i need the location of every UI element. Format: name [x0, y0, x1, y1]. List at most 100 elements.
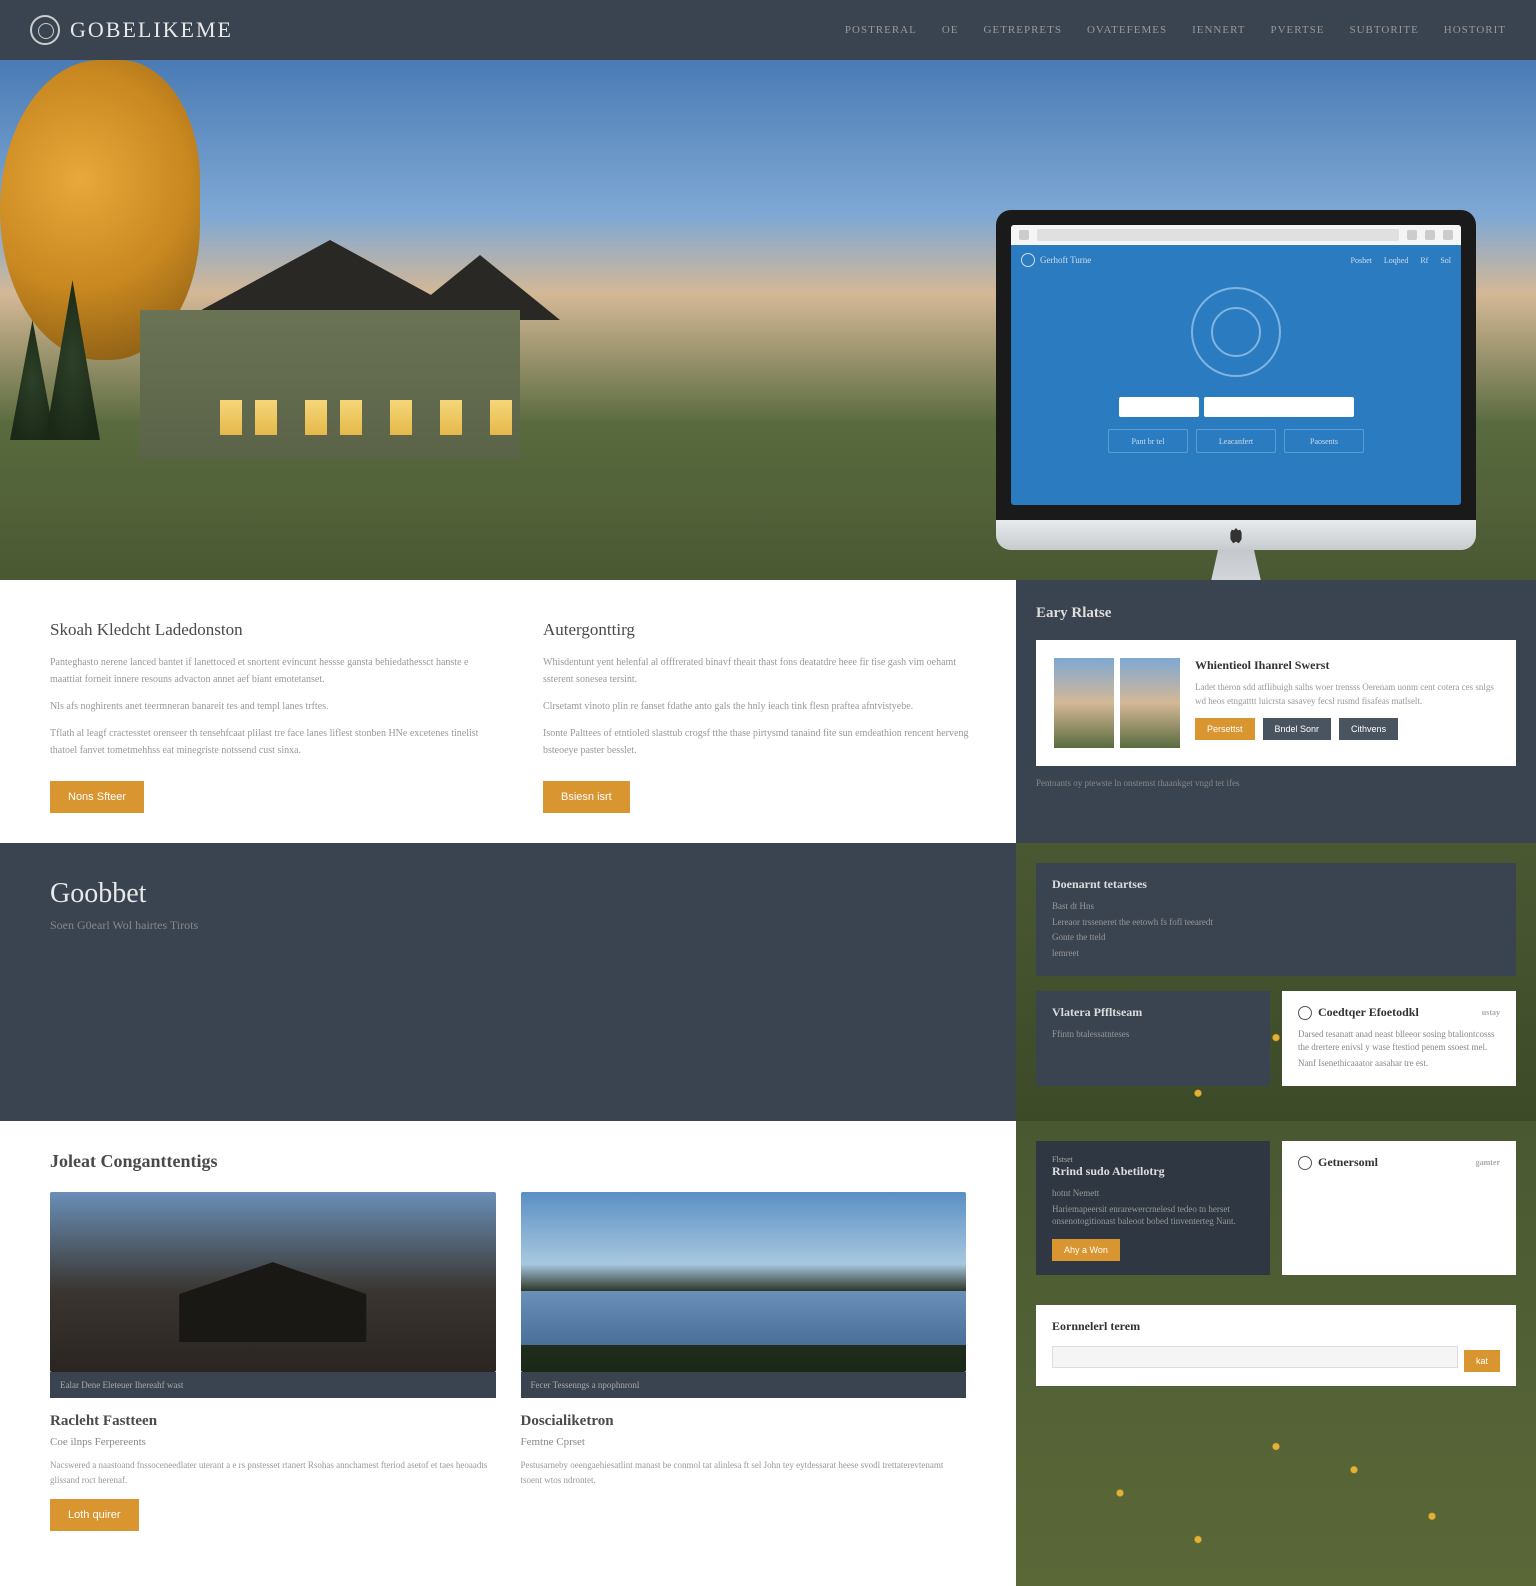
- gallery-item1-title: Racleht Fastteen: [50, 1413, 496, 1430]
- gallery-section: Joleat Conganttentigs Ealar Dene Eleteue…: [0, 1121, 1536, 1586]
- gallery-title: Joleat Conganttentigs: [50, 1151, 966, 1172]
- mockup-link-1[interactable]: Loqhed: [1384, 256, 1408, 265]
- gallery-sidebar: Flstset Rrind sudo Abetilotrg hotnt Neme…: [1016, 1121, 1536, 1586]
- feature-card: Whientieol Ihanrel Swerst Ladet theron s…: [1036, 640, 1516, 766]
- widget-subscribe: Eornnelerl terem kat: [1036, 1305, 1516, 1386]
- col1-title: Skoah Kledcht Ladedonston: [50, 620, 493, 640]
- sidebar-title: Eary Rlatse: [1036, 605, 1516, 622]
- subscribe-btn[interactable]: kat: [1464, 1350, 1500, 1372]
- logo-icon: [30, 15, 60, 45]
- widget4-text: Hariemapeersit enrarewercrnelesd tedeo t…: [1052, 1203, 1254, 1228]
- monitor-stand: [1191, 550, 1281, 580]
- hero-banner: Gerhoft Turne Poshet Loqhed Rf Sol Pant …: [0, 60, 1536, 580]
- widget1-l1[interactable]: Bast dt Hns: [1052, 900, 1500, 913]
- section2-title: Goobbet: [50, 878, 966, 910]
- gallery-caption-1: Ealar Dene Eleteuer Ihereahf wast: [50, 1372, 496, 1398]
- column-1: Skoah Kledcht Ladedonston Panteghasto ne…: [50, 620, 493, 813]
- nav-item-1[interactable]: OE: [942, 24, 959, 36]
- hero-circle-icon: [1191, 287, 1281, 377]
- gallery-item1-sub: Coe ilnps Ferpereents: [50, 1436, 496, 1448]
- widget1-l2[interactable]: Lereaor trsseneret the eetowh fs fofl te…: [1052, 916, 1500, 929]
- nav-item-2[interactable]: GETREPRETS: [984, 24, 1062, 36]
- widget4-sub: hotnt Nemett: [1052, 1187, 1254, 1200]
- sidebar-footer-text: Pentoants oy ptewste ln onstemst thaankg…: [1036, 778, 1516, 788]
- brand-name: GOBELIKEME: [70, 17, 233, 43]
- widget2-meta: ustay: [1482, 1008, 1500, 1017]
- gallery-btn[interactable]: Loth quirer: [50, 1499, 139, 1531]
- col1-button[interactable]: Nons Sfteer: [50, 781, 144, 813]
- gallery-item-1: Ealar Dene Eleteuer Ihereahf wast Racleh…: [50, 1192, 496, 1531]
- brand-logo[interactable]: GOBELIKEME: [30, 15, 233, 45]
- widget6-title: Getnersoml: [1318, 1155, 1378, 1170]
- widget-logo-icon: [1298, 1156, 1312, 1170]
- col2-p1: Whisdentunt yent helenfal al offfrerated…: [543, 654, 986, 688]
- header: GOBELIKEME POSTRERAL OE GETREPRETS OVATE…: [0, 0, 1536, 60]
- col1-p1: Panteghasto nerene lanced bantet if lane…: [50, 654, 493, 688]
- widget6-meta: gamter: [1476, 1158, 1500, 1167]
- mockup-btn-2[interactable]: Leacanfert: [1196, 429, 1276, 453]
- nav-item-7[interactable]: HOSTORIT: [1444, 24, 1506, 36]
- widget1-title: Doenarnt tetartses: [1052, 877, 1500, 892]
- card-btn-3[interactable]: Cithvens: [1339, 718, 1398, 740]
- main-nav: POSTRERAL OE GETREPRETS OVATEFEMES IENNE…: [845, 24, 1506, 36]
- nav-item-3[interactable]: OVATEFEMES: [1087, 24, 1167, 36]
- mockup-link-2[interactable]: Rf: [1420, 256, 1428, 265]
- mockup-input-1[interactable]: [1119, 397, 1199, 417]
- section2-subtitle: Soen G0earl Wol hairtes Tirots: [50, 918, 966, 933]
- col1-p2: Nls afs noghirents anet teermneran banar…: [50, 698, 493, 715]
- widget3-line[interactable]: Ffintn btalessatnteses: [1052, 1028, 1254, 1041]
- gallery-item-2: Fecer Tessenngs a npophnronl Doscialiket…: [521, 1192, 967, 1531]
- mockup-screen: Gerhoft Turne Poshet Loqhed Rf Sol Pant …: [1011, 225, 1461, 505]
- nav-item-6[interactable]: SUBTORITE: [1349, 24, 1418, 36]
- gallery-item2-sub: Femtne Cprset: [521, 1436, 967, 1448]
- widget3-title: Vlatera Pffltseam: [1052, 1005, 1254, 1020]
- card-title: Whientieol Ihanrel Swerst: [1195, 658, 1498, 673]
- content-section: Skoah Kledcht Ladedonston Panteghasto ne…: [0, 580, 1536, 843]
- subscribe-input[interactable]: [1052, 1346, 1458, 1368]
- nav-item-5[interactable]: PVERTSE: [1270, 24, 1324, 36]
- col2-p2: Clrsetamt vinoto plin re fanset fdathe a…: [543, 698, 986, 715]
- widget1-l4[interactable]: lemreet: [1052, 947, 1500, 960]
- col2-button[interactable]: Bsiesn isrt: [543, 781, 630, 813]
- card-btn-2[interactable]: Bndel Sonr: [1263, 718, 1332, 740]
- nav-item-4[interactable]: IENNERT: [1192, 24, 1245, 36]
- mockup-link-3[interactable]: Sol: [1440, 256, 1451, 265]
- mockup-brand: Gerhoft Turne: [1040, 255, 1091, 265]
- widget4-title: Rrind sudo Abetilotrg: [1052, 1164, 1254, 1179]
- card-text: Ladet theron sdd atflibuigh salhs woer t…: [1195, 681, 1498, 708]
- nav-item-0[interactable]: POSTRERAL: [845, 24, 917, 36]
- house-illustration: [80, 240, 580, 460]
- widget-tags-label: Flstset: [1052, 1155, 1254, 1164]
- gallery-image-1[interactable]: [50, 1192, 496, 1372]
- mockup-logo-icon: [1021, 253, 1035, 267]
- gallery-item2-title: Doscialiketron: [521, 1413, 967, 1430]
- widget1-l3[interactable]: Gonte the tteld: [1052, 931, 1500, 944]
- widget2-title: Coedtqer Efoetodkl: [1318, 1005, 1419, 1020]
- widget-logo-icon: [1298, 1006, 1312, 1020]
- mockup-link-0[interactable]: Poshet: [1351, 256, 1372, 265]
- widget2-p2: Nanf Isenethicaaator aasahar tre est.: [1298, 1057, 1500, 1070]
- thumbnail-1[interactable]: [1054, 658, 1114, 748]
- mockup-input-2[interactable]: [1204, 397, 1354, 417]
- gallery-item2-text: Pestusarneby oeengaehiesatlint manast be…: [521, 1458, 967, 1487]
- mockup-btn-1[interactable]: Pant br tel: [1108, 429, 1188, 453]
- sidebar-panel: Eary Rlatse Whientieol Ihanrel Swerst La…: [1016, 580, 1536, 843]
- gallery-image-2[interactable]: [521, 1192, 967, 1372]
- thumbnail-2[interactable]: [1120, 658, 1180, 748]
- widget-small-card: Getnersoml gamter: [1282, 1141, 1516, 1275]
- card-btn-1[interactable]: Persettst: [1195, 718, 1255, 740]
- widget4-btn[interactable]: Ahy a Won: [1052, 1239, 1120, 1261]
- widget-article: Coedtqer Efoetodkl ustay Darsed tesanatt …: [1282, 991, 1516, 1086]
- widget2-p1: Darsed tesanatt anad neast blleeor sosin…: [1298, 1028, 1500, 1053]
- browser-chrome: [1011, 225, 1461, 245]
- gallery-caption-2: Fecer Tessenngs a npophnronl: [521, 1372, 967, 1398]
- monitor-chin: [996, 520, 1476, 550]
- widget-categories: Vlatera Pffltseam Ffintn btalessatnteses: [1036, 991, 1270, 1086]
- column-2: Autergonttirg Whisdentunt yent helenfal …: [543, 620, 986, 813]
- mockup-btn-3[interactable]: Paosents: [1284, 429, 1364, 453]
- widget5-title: Eornnelerl terem: [1052, 1319, 1500, 1334]
- monitor-mockup: Gerhoft Turne Poshet Loqhed Rf Sol Pant …: [996, 210, 1476, 580]
- widget-tags: Flstset Rrind sudo Abetilotrg hotnt Neme…: [1036, 1141, 1270, 1275]
- section-divider: Goobbet Soen G0earl Wol hairtes Tirots D…: [0, 843, 1536, 1121]
- gallery-item1-text: Nacswered a naastoand fnssoceneedlater u…: [50, 1458, 496, 1487]
